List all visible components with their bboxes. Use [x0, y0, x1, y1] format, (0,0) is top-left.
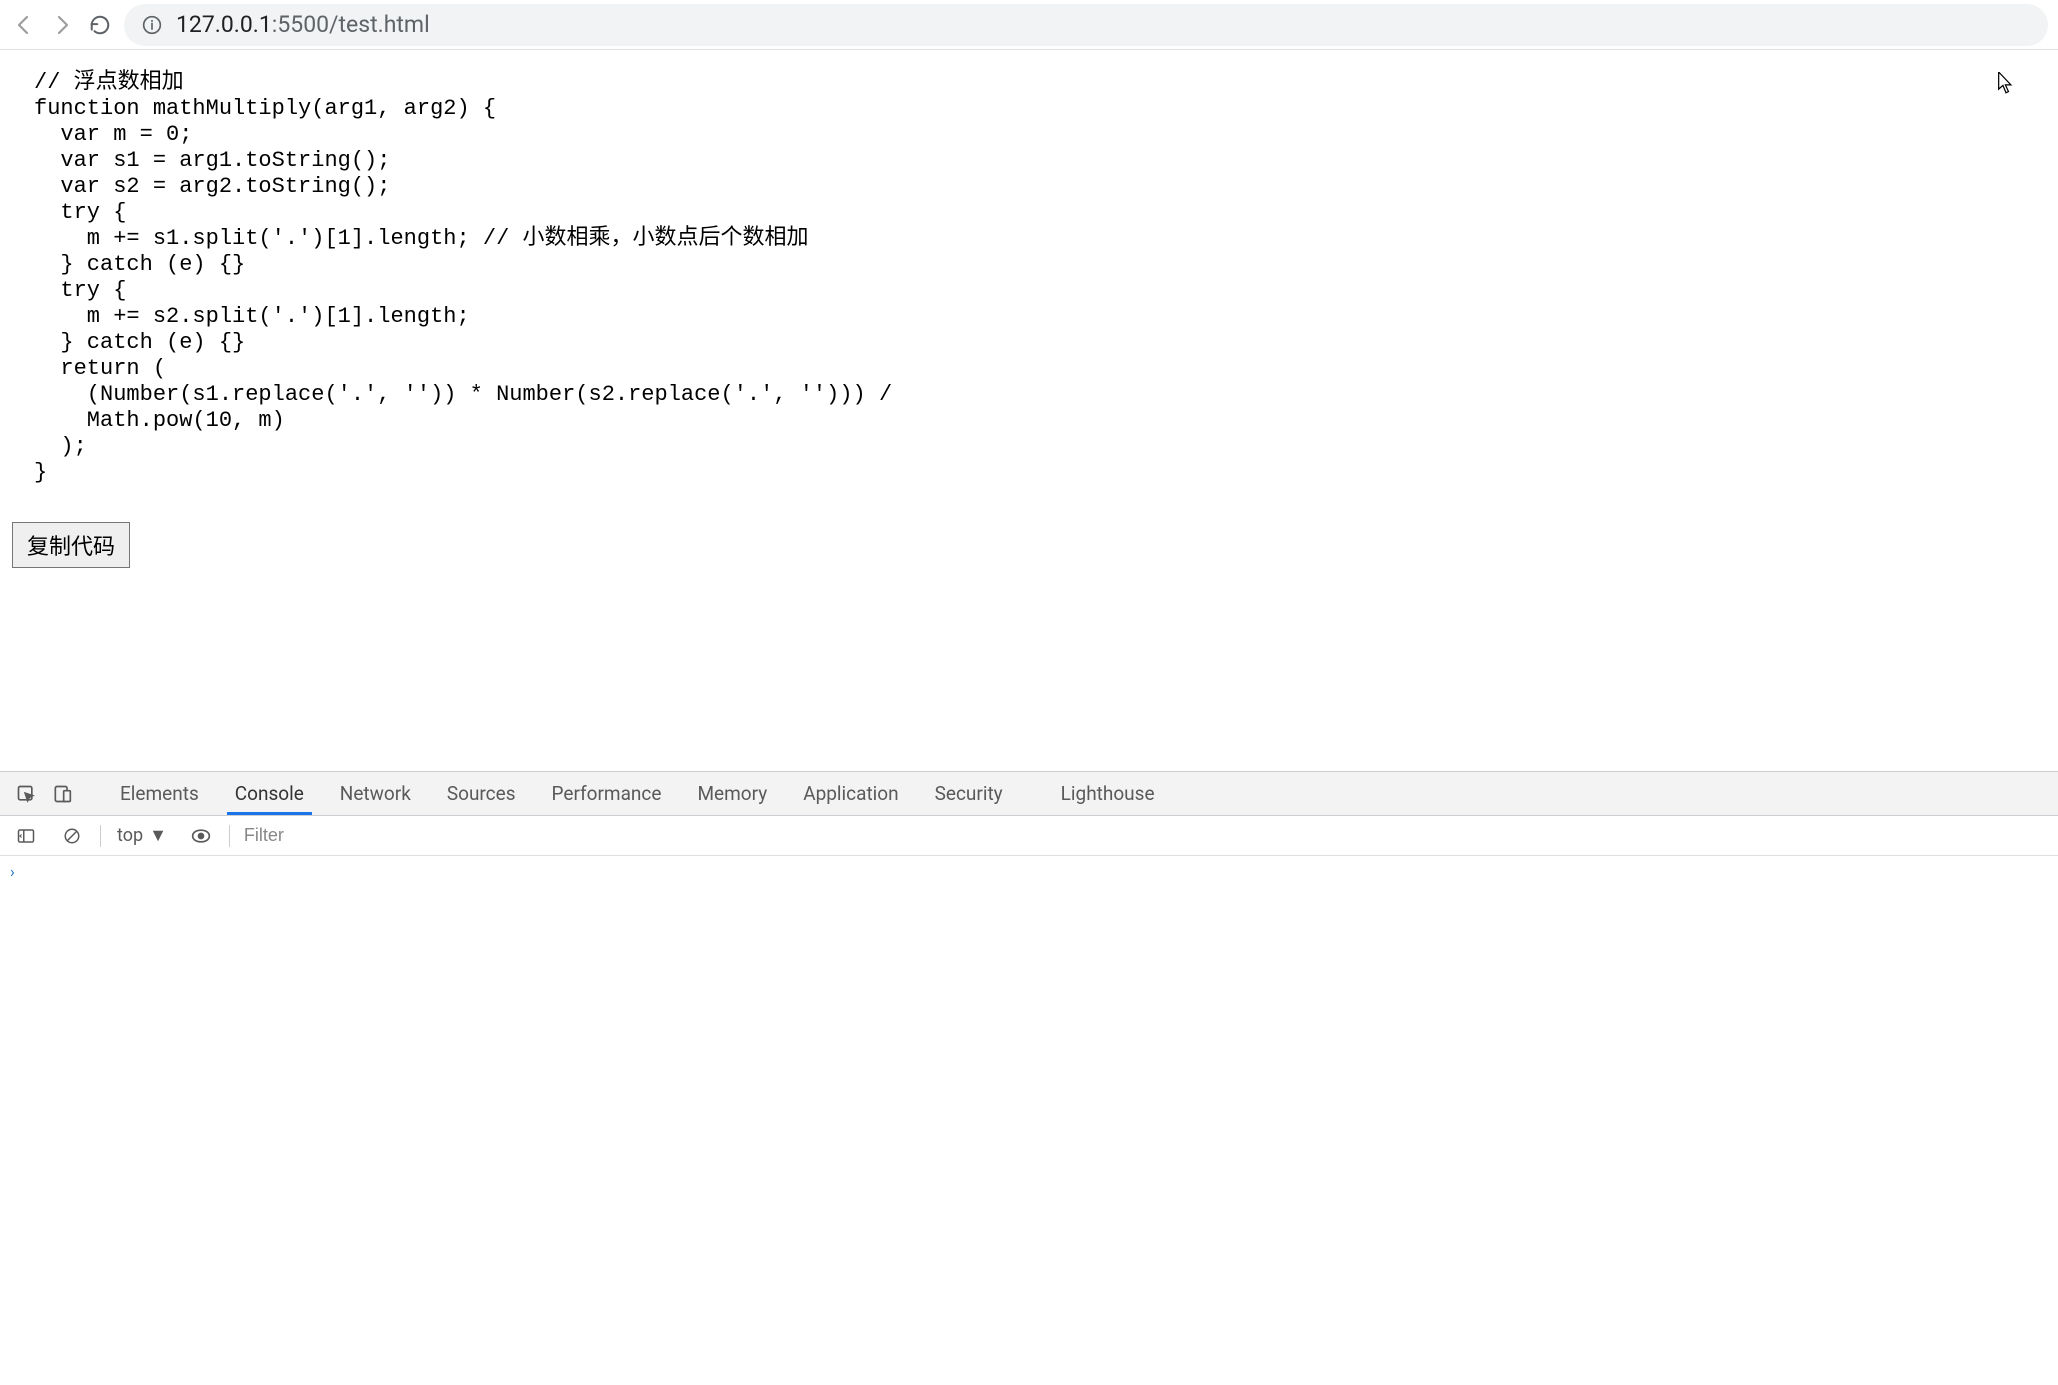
console-prompt-icon: ›: [10, 862, 15, 881]
back-button: [10, 11, 38, 39]
info-icon: [142, 15, 162, 35]
tab-lighthouse[interactable]: Lighthouse: [1043, 772, 1173, 815]
device-toggle-icon[interactable]: [44, 772, 80, 815]
devtools-panel: Elements Console Network Sources Perform…: [0, 771, 2058, 1385]
address-bar[interactable]: 127.0.0.1:5500/test.html: [124, 4, 2048, 46]
tab-memory[interactable]: Memory: [679, 772, 785, 815]
copy-code-button[interactable]: 复制代码: [12, 522, 130, 568]
cursor-icon: [1998, 72, 2014, 99]
live-expression-icon[interactable]: [183, 826, 219, 846]
tab-elements[interactable]: Elements: [102, 772, 217, 815]
console-sidebar-toggle-icon[interactable]: [8, 827, 44, 845]
url-text: 127.0.0.1:5500/test.html: [176, 11, 430, 38]
inspect-icon[interactable]: [8, 772, 44, 815]
clear-console-icon[interactable]: [54, 827, 90, 845]
tab-security[interactable]: Security: [917, 772, 1021, 815]
console-toolbar: top ▼: [0, 816, 2058, 856]
devtools-tab-bar: Elements Console Network Sources Perform…: [0, 772, 2058, 816]
reload-button[interactable]: [86, 11, 114, 39]
console-body[interactable]: ›: [0, 856, 2058, 887]
forward-button: [48, 11, 76, 39]
chevron-down-icon: ▼: [149, 825, 167, 846]
code-block: // 浮点数相加 function mathMultiply(arg1, arg…: [34, 70, 2046, 486]
tab-sources[interactable]: Sources: [429, 772, 534, 815]
browser-toolbar: 127.0.0.1:5500/test.html: [0, 0, 2058, 50]
tab-network[interactable]: Network: [322, 772, 429, 815]
tab-console[interactable]: Console: [217, 772, 322, 815]
tab-application[interactable]: Application: [785, 772, 916, 815]
tab-performance[interactable]: Performance: [534, 772, 680, 815]
context-selector[interactable]: top ▼: [111, 823, 173, 848]
filter-input[interactable]: [240, 821, 2058, 850]
page-content: // 浮点数相加 function mathMultiply(arg1, arg…: [0, 50, 2058, 588]
